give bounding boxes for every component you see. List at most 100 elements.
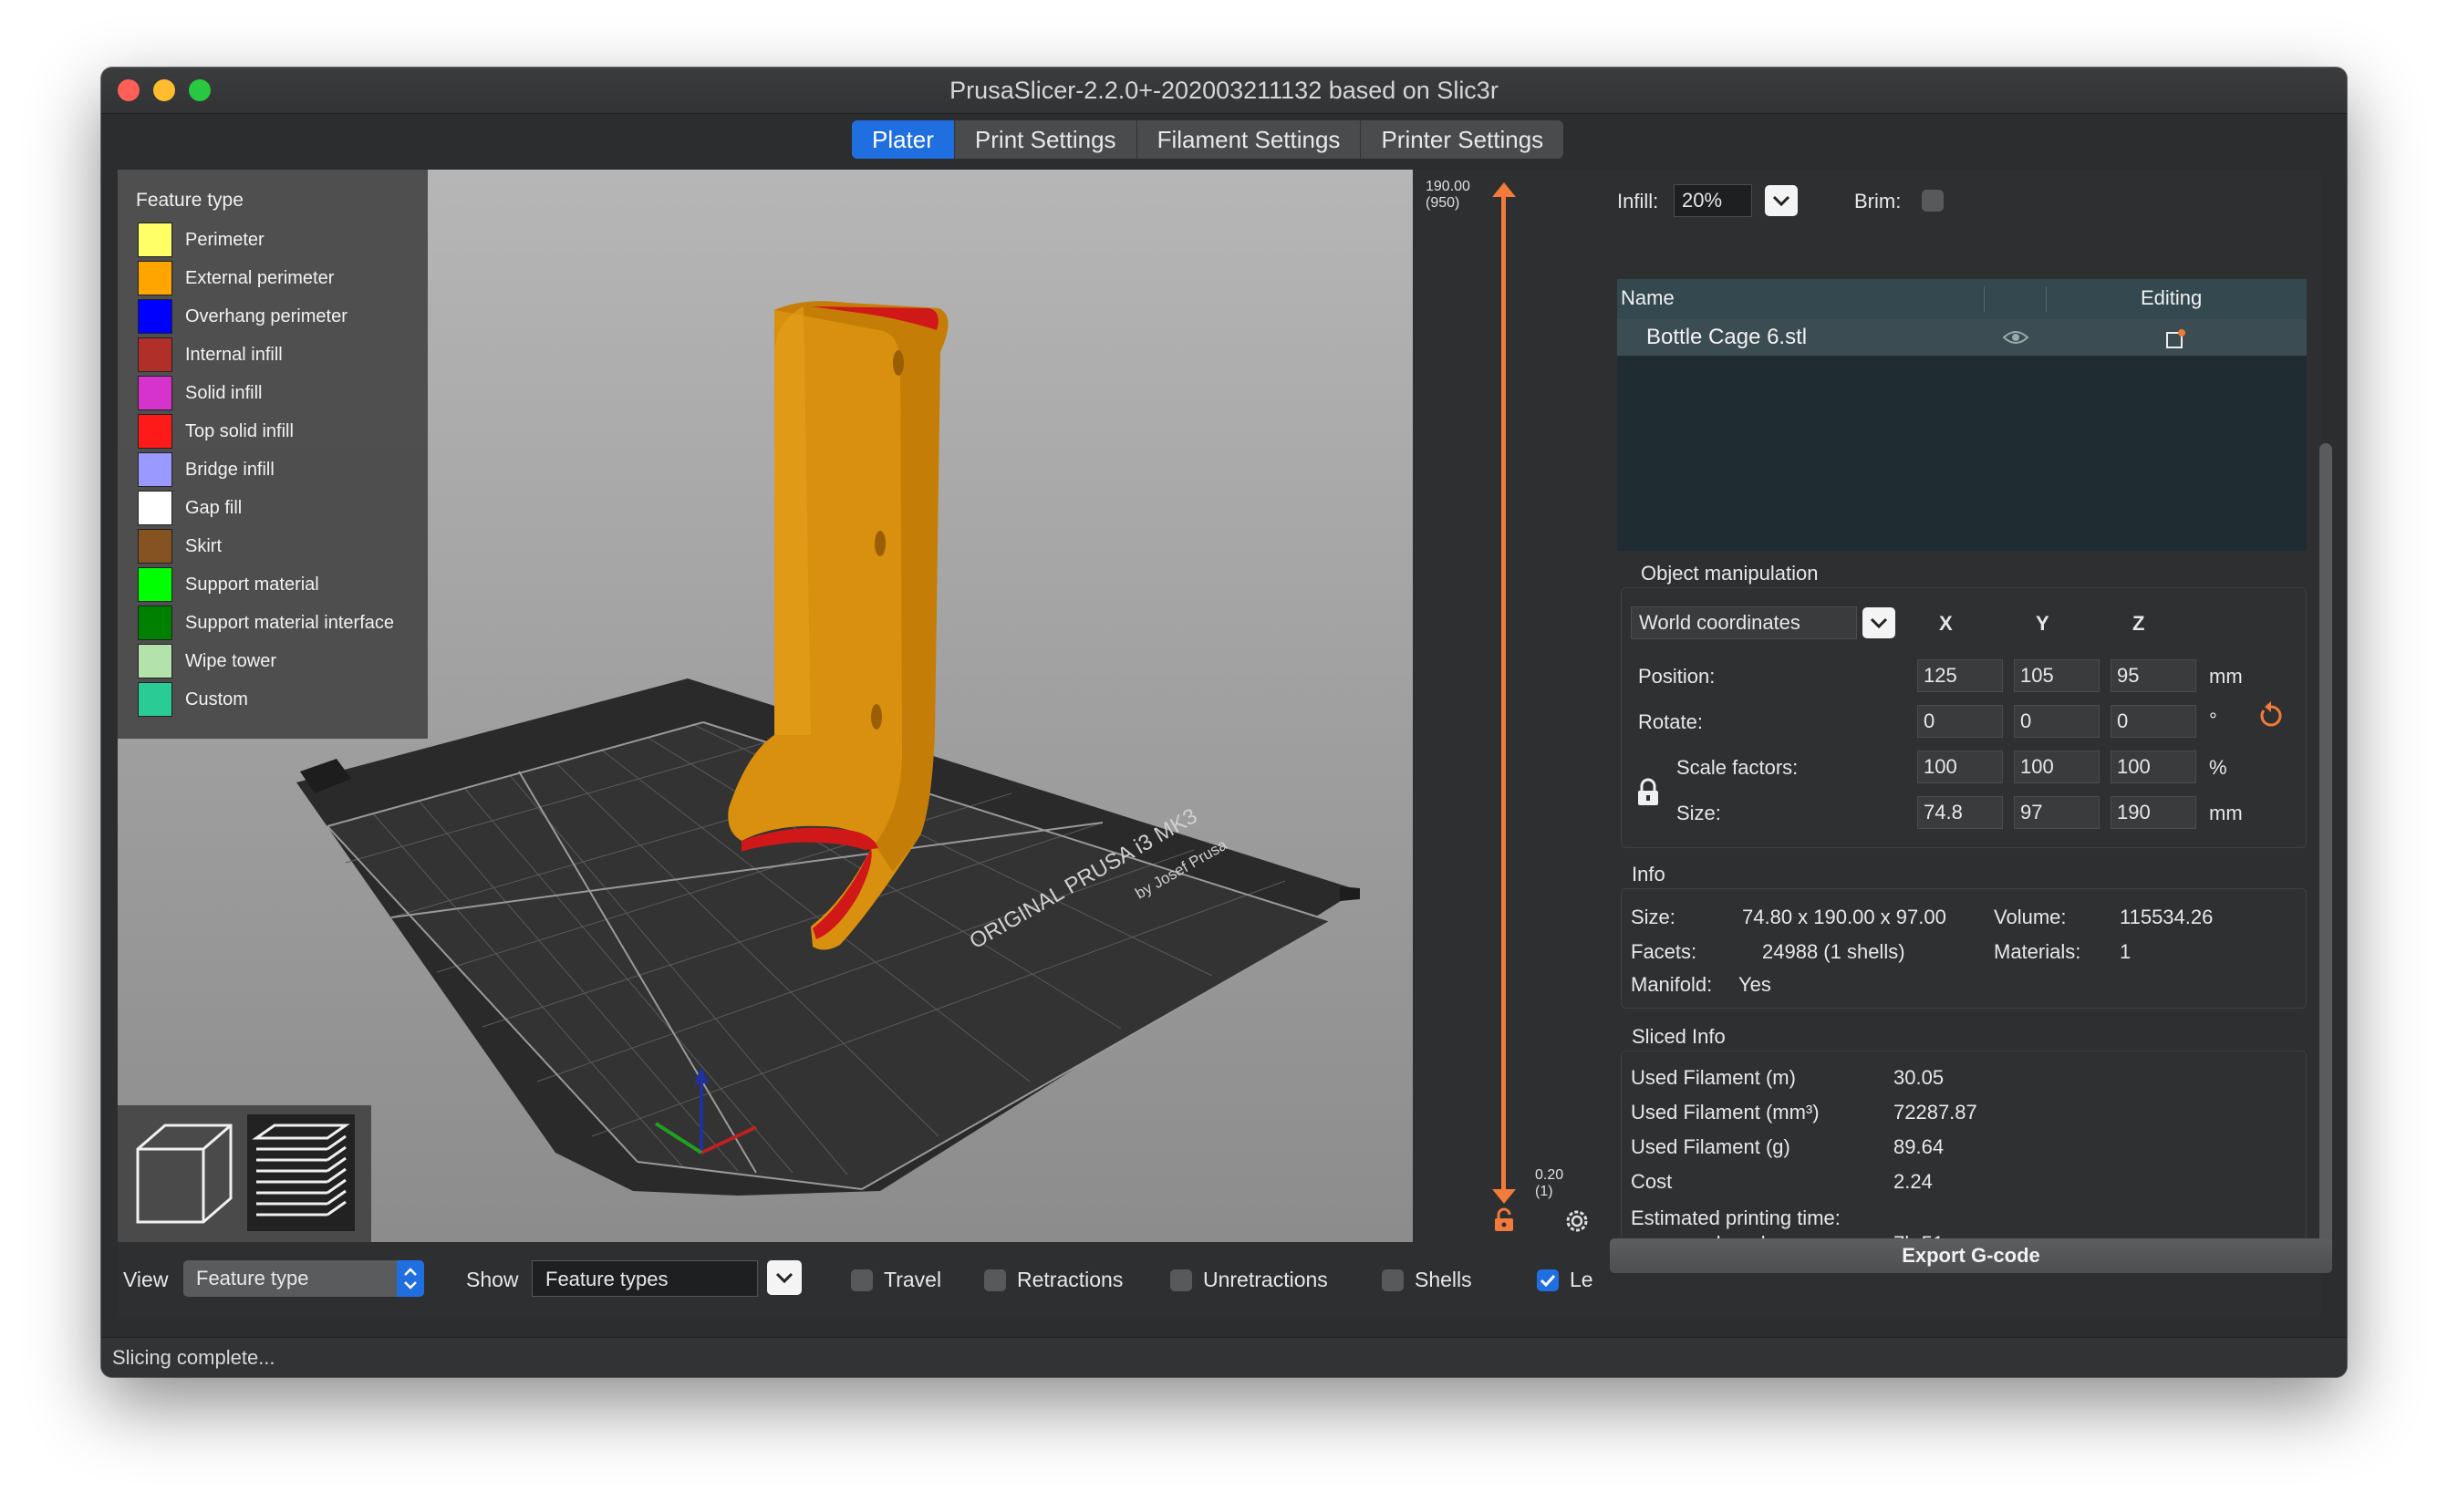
- tab-printer-settings[interactable]: Printer Settings: [1361, 120, 1563, 159]
- sliced-row-value: 72287.87: [1893, 1101, 1977, 1124]
- view-type-select[interactable]: Feature type: [183, 1260, 424, 1297]
- size-x-input[interactable]: 74.8: [1917, 796, 2003, 829]
- color-swatch: [138, 414, 172, 449]
- size-y-input[interactable]: 97: [2014, 796, 2100, 829]
- scale-x-input[interactable]: 100: [1917, 751, 2003, 783]
- color-swatch: [138, 606, 172, 640]
- position-z-input[interactable]: 95: [2111, 659, 2196, 692]
- lock-icon[interactable]: [1636, 778, 1660, 807]
- legend-item-bridge-infill: Bridge infill: [138, 452, 275, 487]
- infill-combo[interactable]: 20%: [1674, 184, 1752, 217]
- position-x-input[interactable]: 125: [1917, 659, 2003, 692]
- size-unit: mm: [2209, 802, 2243, 824]
- slider-top-thumb[interactable]: [1492, 182, 1516, 197]
- sliced-row-value: 30.05: [1893, 1066, 1945, 1089]
- legend-item-top-solid-infill: Top solid infill: [138, 414, 294, 449]
- eye-icon[interactable]: [2002, 328, 2029, 347]
- legend-checkbox[interactable]: Le: [1537, 1268, 1593, 1292]
- color-swatch: [138, 261, 172, 295]
- size-z-input[interactable]: 190: [2111, 796, 2196, 829]
- sliced-row-value: 2.24: [1893, 1170, 1933, 1193]
- color-swatch: [138, 491, 172, 525]
- legend-item-support-material: Support material: [138, 567, 319, 602]
- color-swatch: [138, 682, 172, 717]
- reset-rotation-icon[interactable]: [2256, 701, 2286, 730]
- travel-checkbox[interactable]: Travel: [851, 1268, 941, 1292]
- rotate-y-input[interactable]: 0: [2014, 705, 2100, 738]
- tab-plater[interactable]: Plater: [852, 120, 955, 159]
- color-swatch: [138, 223, 172, 257]
- preview-layers-button[interactable]: [247, 1114, 355, 1231]
- size-label: Size:: [1676, 802, 1721, 824]
- axis-y-label: Y: [2036, 612, 2049, 635]
- status-bar: Slicing complete...: [101, 1337, 2347, 1377]
- rotate-z-input[interactable]: 0: [2111, 705, 2196, 738]
- col-editing[interactable]: Editing: [2141, 286, 2202, 310]
- show-label: Show: [466, 1268, 519, 1291]
- legend-item-custom: Custom: [138, 682, 248, 717]
- unretractions-checkbox[interactable]: Unretractions: [1170, 1268, 1328, 1292]
- brim-checkbox[interactable]: [1922, 190, 1944, 212]
- show-features-select[interactable]: Feature types: [532, 1260, 758, 1297]
- info-materials-label: Materials:: [1994, 940, 2081, 963]
- scale-unit: %: [2209, 756, 2227, 779]
- slider-bottom-thumb[interactable]: [1492, 1189, 1516, 1204]
- rotate-label: Rotate:: [1638, 710, 1703, 733]
- info-manifold-value: Yes: [1738, 973, 1771, 996]
- unlock-icon[interactable]: [1491, 1207, 1517, 1233]
- info-title: Info: [1632, 863, 1665, 885]
- tab-filament-settings[interactable]: Filament Settings: [1137, 120, 1362, 159]
- object-manipulation-panel: World coordinates X Y Z Position: 125 10…: [1621, 587, 2307, 848]
- coordinate-dropdown-button[interactable]: [1862, 607, 1895, 638]
- 3d-view-button[interactable]: [130, 1114, 238, 1231]
- legend-item-external-perimeter: External perimeter: [138, 261, 334, 295]
- chevron-down-icon: [775, 1272, 794, 1284]
- plater-content: ORIGINAL PRUSA i3 MK3 by Josef Prusa Fea…: [118, 170, 2332, 1317]
- rotate-unit: °: [2209, 709, 2217, 731]
- col-name[interactable]: Name: [1621, 286, 1675, 310]
- color-swatch: [138, 299, 172, 334]
- edit-object-icon[interactable]: [2164, 326, 2188, 350]
- infill-dropdown-button[interactable]: [1765, 185, 1798, 216]
- view-mode-toggle: [118, 1105, 371, 1242]
- layers-icon: [252, 1124, 350, 1217]
- legend-item-wipe-tower: Wipe tower: [138, 644, 276, 678]
- main-tabs: Plater Print Settings Filament Settings …: [852, 120, 1564, 159]
- show-features-dropdown-button[interactable]: [767, 1260, 802, 1295]
- list-item[interactable]: Bottle Cage 6.stl: [1617, 319, 2307, 356]
- status-text: Slicing complete...: [112, 1346, 275, 1369]
- checkmark-icon: [1537, 1269, 1559, 1291]
- scale-label: Scale factors:: [1676, 756, 1799, 779]
- scale-z-input[interactable]: 100: [2111, 751, 2196, 783]
- legend-item-perimeter: Perimeter: [138, 223, 265, 257]
- object-list-header: Name Editing: [1617, 279, 2307, 319]
- sidebar-scrollbar[interactable]: [2319, 443, 2332, 1257]
- view-label: View: [123, 1268, 169, 1291]
- position-y-input[interactable]: 105: [2014, 659, 2100, 692]
- tab-print-settings[interactable]: Print Settings: [955, 120, 1137, 159]
- export-gcode-button[interactable]: Export G-code: [1610, 1238, 2332, 1273]
- sliced-row-value: 89.64: [1893, 1135, 1945, 1158]
- preview-3d-viewport[interactable]: ORIGINAL PRUSA i3 MK3 by Josef Prusa Fea…: [118, 170, 1413, 1242]
- title-bar: PrusaSlicer-2.2.0+-202003211132 based on…: [101, 67, 2347, 114]
- info-facets-value: 24988 (1 shells): [1762, 940, 1905, 963]
- scale-y-input[interactable]: 100: [2014, 751, 2100, 783]
- sliced-info-panel: Used Filament (m) 30.05 Used Filament (m…: [1621, 1051, 2307, 1269]
- info-panel: Size: 74.80 x 190.00 x 97.00 Volume: 115…: [1621, 888, 2307, 1009]
- sliced-info-title: Sliced Info: [1632, 1025, 1726, 1048]
- estimated-time-label: Estimated printing time:: [1631, 1206, 1841, 1229]
- window-title: PrusaSlicer-2.2.0+-202003211132 based on…: [949, 77, 1499, 104]
- retractions-checkbox[interactable]: Retractions: [984, 1268, 1123, 1292]
- coordinate-system-select[interactable]: World coordinates: [1631, 606, 1857, 639]
- rotate-x-input[interactable]: 0: [1917, 705, 2003, 738]
- color-swatch: [138, 567, 172, 602]
- color-swatch: [138, 337, 172, 372]
- gear-icon[interactable]: [1563, 1207, 1591, 1235]
- info-size-label: Size:: [1631, 906, 1675, 928]
- color-swatch: [138, 644, 172, 678]
- shells-checkbox[interactable]: Shells: [1382, 1268, 1472, 1292]
- position-unit: mm: [2209, 665, 2243, 688]
- legend-item-internal-infill: Internal infill: [138, 337, 283, 372]
- info-materials-value: 1: [2120, 940, 2132, 963]
- layer-slider-track[interactable]: [1501, 190, 1506, 1193]
